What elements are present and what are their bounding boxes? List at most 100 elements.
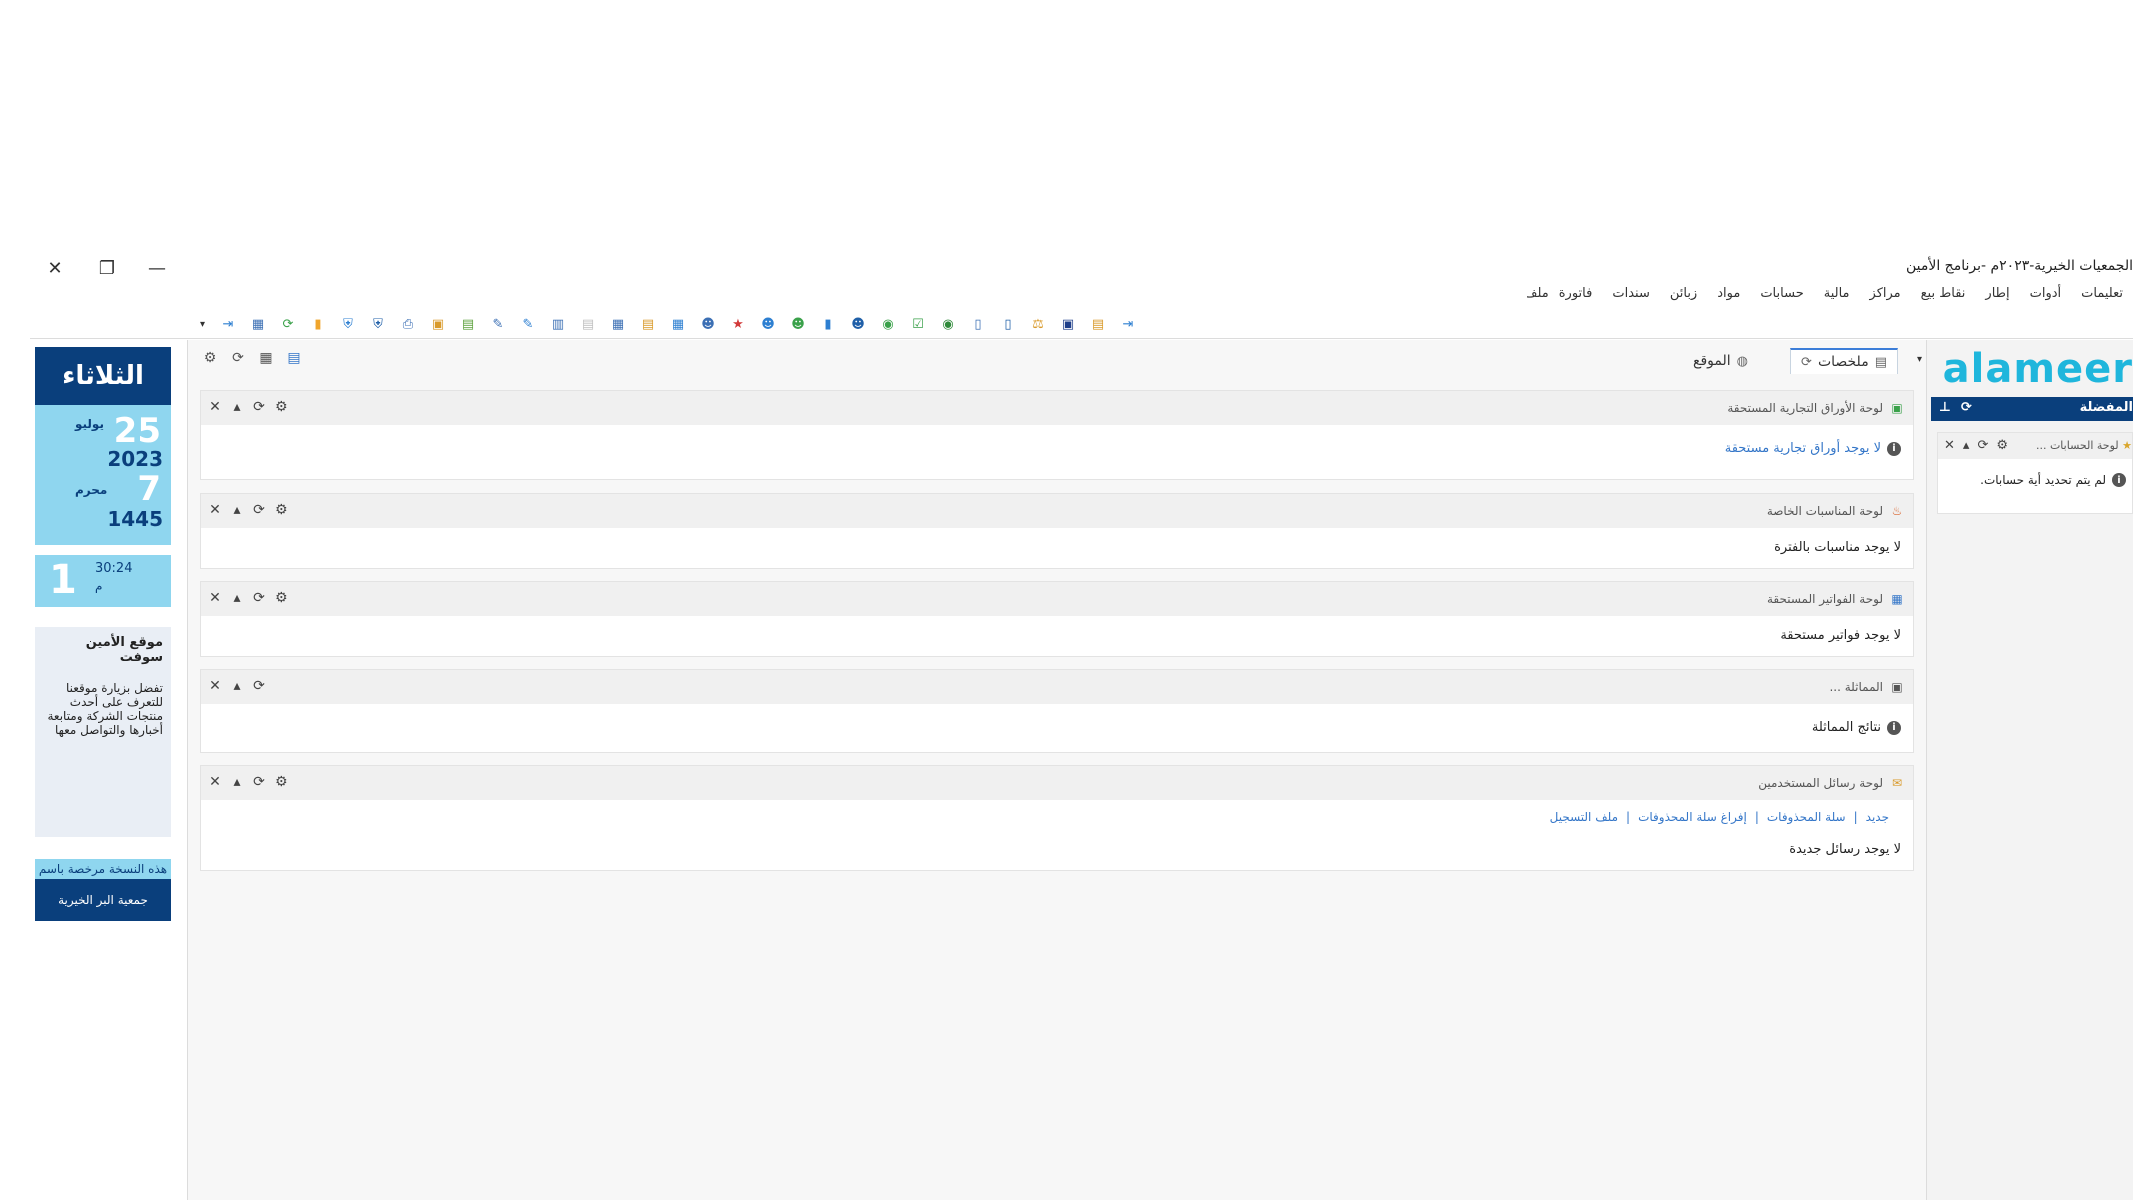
widget-title: لوحة الفواتير المستحقة: [1766, 592, 1883, 606]
collapse-icon[interactable]: ▴: [231, 399, 243, 415]
barcode-icon[interactable]: ▥: [546, 313, 570, 335]
refresh-icon[interactable]: ⟳: [1961, 400, 1972, 415]
user-group-icon[interactable]: ☻: [786, 313, 810, 335]
document-icon[interactable]: ▤: [636, 313, 660, 335]
folder-icon[interactable]: ▮: [306, 313, 330, 335]
window-controls: ✕ ❐ —: [30, 254, 182, 282]
menu-vouchers[interactable]: سندات: [1602, 286, 1660, 308]
collapse-icon[interactable]: ▴: [231, 502, 243, 518]
link-empty-trash[interactable]: إفراغ سلة المحذوفات: [1638, 810, 1747, 824]
widget-message[interactable]: لا يوجد أوراق تجارية مستحقة: [1725, 441, 1881, 456]
menu-file[interactable]: ملف: [1527, 286, 1549, 308]
site-title: موقع الأمين سوفت: [85, 635, 163, 665]
collapse-icon[interactable]: ▴: [231, 678, 243, 694]
menu-finance[interactable]: مالية: [1814, 286, 1860, 308]
book-icon[interactable]: ▯: [966, 313, 990, 335]
info-icon: i: [1887, 720, 1901, 735]
gregorian-month: يوليو: [75, 417, 104, 431]
refresh-icon[interactable]: ⟳: [253, 502, 265, 518]
users-icon[interactable]: ☻: [696, 313, 720, 335]
refresh-icon[interactable]: ⟳: [253, 590, 265, 606]
checklist-icon[interactable]: ☑: [906, 313, 930, 335]
invoice-icon[interactable]: ▤: [576, 313, 600, 335]
menu-centers[interactable]: مراكز: [1860, 286, 1911, 308]
tab-site[interactable]: ◍ الموقع: [1685, 348, 1756, 374]
toolbar-overflow-icon[interactable]: ▾: [200, 319, 210, 330]
menu-accounts[interactable]: حسابات: [1750, 286, 1813, 308]
matching-icon: ▣: [1891, 680, 1903, 694]
user-search-icon[interactable]: ☻: [846, 313, 870, 335]
minimize-icon[interactable]: —: [132, 254, 182, 282]
files-icon[interactable]: ▣: [1056, 313, 1080, 335]
refresh-icon[interactable]: ⟳: [1801, 355, 1812, 370]
notes-icon[interactable]: ▤: [1086, 313, 1110, 335]
site-card[interactable]: موقع الأمين سوفت تفضل بزيارة موقعنا للتع…: [35, 627, 171, 837]
hijri-day: 7: [137, 469, 161, 509]
refresh-icon[interactable]: ⟳: [253, 399, 265, 415]
info-icon: i: [2112, 473, 2126, 487]
menu-invoice[interactable]: فاتورة: [1549, 286, 1603, 308]
balance-icon[interactable]: ⚖: [1026, 313, 1050, 335]
gear-icon[interactable]: ⚙: [275, 590, 288, 606]
close-icon[interactable]: ✕: [209, 399, 221, 415]
refresh-icon[interactable]: ⟳: [253, 774, 265, 790]
widget-message: نتائج المماثلة: [1811, 720, 1881, 735]
user-add-icon[interactable]: ☻: [756, 313, 780, 335]
hijri-month: محرم: [75, 483, 108, 497]
tools-icon[interactable]: ✎: [486, 313, 510, 335]
gear-icon[interactable]: ⚙: [275, 399, 288, 415]
close-icon[interactable]: ✕: [30, 254, 80, 282]
calendar-icon[interactable]: ▦: [666, 313, 690, 335]
shield-alt-icon[interactable]: ⛨: [366, 313, 390, 335]
refresh-icon[interactable]: ⟳: [276, 313, 300, 335]
menu-tools[interactable]: أدوات: [2020, 286, 2072, 308]
restore-icon[interactable]: ❐: [82, 254, 132, 282]
report-icon[interactable]: ▦: [606, 313, 630, 335]
export-icon[interactable]: ⇥: [1116, 313, 1140, 335]
shield-icon[interactable]: ⛨: [336, 313, 360, 335]
gear-icon[interactable]: ⚙: [1996, 438, 2008, 453]
refresh-icon[interactable]: ⟳: [253, 678, 265, 694]
link-log-file[interactable]: ملف التسجيل: [1550, 810, 1618, 824]
table-icon[interactable]: ▤: [286, 350, 302, 366]
database-icon[interactable]: ◉: [876, 313, 900, 335]
collapse-icon[interactable]: ▴: [231, 590, 243, 606]
print-icon[interactable]: ⎙: [396, 313, 420, 335]
menu-customers[interactable]: زبائن: [1660, 286, 1707, 308]
tab-summaries[interactable]: ▤ ملخصات ⟳: [1790, 348, 1898, 374]
widget-message: لم يتم تحديد أية حسابات.: [1980, 473, 2106, 487]
menu-materials[interactable]: مواد: [1707, 286, 1750, 308]
bottle-icon[interactable]: ▤: [456, 313, 480, 335]
collapse-icon[interactable]: ▴: [231, 774, 243, 790]
grid-icon[interactable]: ▦: [258, 350, 274, 366]
refresh-icon[interactable]: ⟳: [1977, 438, 1988, 453]
lock-icon[interactable]: ▣: [426, 313, 450, 335]
exit-icon[interactable]: ⇥: [216, 313, 240, 335]
star-icon[interactable]: ★: [726, 313, 750, 335]
gear-icon[interactable]: ⚙: [275, 502, 288, 518]
close-icon[interactable]: ✕: [209, 590, 221, 606]
close-icon[interactable]: ✕: [209, 774, 221, 790]
menu-frame[interactable]: إطار: [1975, 286, 2019, 308]
gear-icon[interactable]: ⚙: [275, 774, 288, 790]
gear-icon[interactable]: ⚙: [202, 350, 218, 366]
folder-open-icon[interactable]: ▮: [816, 313, 840, 335]
link-new[interactable]: جديد: [1866, 810, 1889, 824]
book-alt-icon[interactable]: ▯: [996, 313, 1020, 335]
link-trash[interactable]: سلة المحذوفات: [1767, 810, 1846, 824]
chevron-down-icon[interactable]: ▾: [1917, 354, 1922, 365]
menu-help[interactable]: تعليمات: [2071, 286, 2133, 308]
menu-pos[interactable]: نقاط بيع: [1911, 286, 1976, 308]
close-icon[interactable]: ✕: [209, 502, 221, 518]
clock-ampm: م: [95, 579, 103, 593]
gregorian-year: 2023: [107, 447, 163, 471]
edit-icon[interactable]: ✎: [516, 313, 540, 335]
calculator-icon[interactable]: ▦: [246, 313, 270, 335]
close-icon[interactable]: ✕: [1944, 438, 1955, 453]
refresh-icon[interactable]: ⟳: [230, 350, 246, 366]
collapse-icon[interactable]: ▴: [1963, 438, 1970, 453]
database-alt-icon[interactable]: ◉: [936, 313, 960, 335]
cake-icon: ♨: [1891, 504, 1903, 518]
close-icon[interactable]: ✕: [209, 678, 221, 694]
pin-icon[interactable]: ⊥: [1939, 400, 1951, 415]
